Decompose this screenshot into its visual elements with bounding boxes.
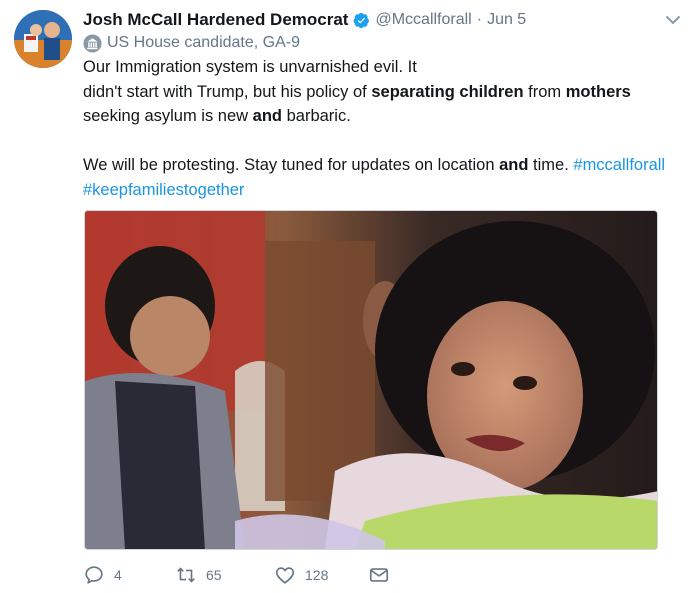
tweet-text-bold: separating children	[371, 82, 524, 101]
display-name[interactable]: Josh McCall Hardened Democrat	[83, 10, 348, 30]
tweet-text-segment: barbaric.	[282, 107, 351, 125]
reply-icon	[85, 566, 103, 584]
hashtag-link[interactable]: #mccallforall	[573, 156, 665, 174]
avatar-photo	[14, 10, 72, 68]
retweet-count: 65	[206, 567, 222, 583]
like-count: 128	[305, 567, 329, 583]
tweet-text-segment: didn't start with Trump, but his policy …	[83, 82, 372, 101]
tweet-text: Our Immigration system is unvarnished ev…	[83, 55, 683, 202]
reply-count: 4	[114, 567, 122, 583]
tweet-text-segment: seeking asylum is new	[83, 107, 253, 125]
tweet-text-segment: time.	[528, 156, 574, 174]
tweet-header: Josh McCall Hardened Democrat @Mccallfor…	[83, 8, 680, 32]
verified-badge-icon	[354, 12, 370, 28]
avatar[interactable]	[14, 10, 72, 68]
direct-message-button[interactable]	[368, 564, 390, 586]
hashtag-link[interactable]: #keepfamiliestogether	[83, 181, 244, 199]
tweet-line: #keepfamiliestogether	[83, 178, 683, 203]
tweet-text-segment: Our Immigration system is unvarnished ev…	[83, 58, 417, 76]
separator-dot: ·	[476, 11, 483, 28]
chevron-down-icon[interactable]	[665, 14, 681, 26]
tweet-date[interactable]: Jun 5	[487, 11, 526, 29]
envelope-icon	[369, 568, 389, 582]
tweet-line: didn't start with Trump, but his policy …	[83, 80, 683, 105]
government-building-icon	[83, 33, 102, 53]
tweet-line: Our Immigration system is unvarnished ev…	[83, 55, 683, 80]
retweet-button[interactable]: 65	[175, 564, 222, 586]
like-button[interactable]: 128	[274, 564, 328, 586]
tweet-text-segment: We will be protesting. Stay tuned for up…	[83, 156, 500, 174]
tweet-line: We will be protesting. Stay tuned for up…	[83, 153, 683, 178]
user-handle[interactable]: @Mccallforall	[375, 11, 471, 29]
tweet-text-bold: and	[499, 156, 529, 174]
retweet-icon	[177, 567, 195, 583]
candidate-label-text: US House candidate, GA-9	[107, 34, 300, 51]
tweet-photo[interactable]	[84, 210, 658, 550]
tweet-text-bold: and	[252, 107, 283, 125]
candidate-label: US House candidate, GA-9	[83, 32, 300, 54]
tweet: Josh McCall Hardened Democrat @Mccallfor…	[0, 0, 700, 593]
tweet-text-segment: from	[523, 82, 566, 101]
heart-icon	[275, 567, 295, 584]
tweet-line: seeking asylum is new and barbaric.	[83, 104, 683, 129]
tweet-text-bold: mothers	[565, 82, 631, 101]
crying-child-photo	[85, 211, 657, 549]
reply-button[interactable]: 4	[83, 564, 122, 586]
